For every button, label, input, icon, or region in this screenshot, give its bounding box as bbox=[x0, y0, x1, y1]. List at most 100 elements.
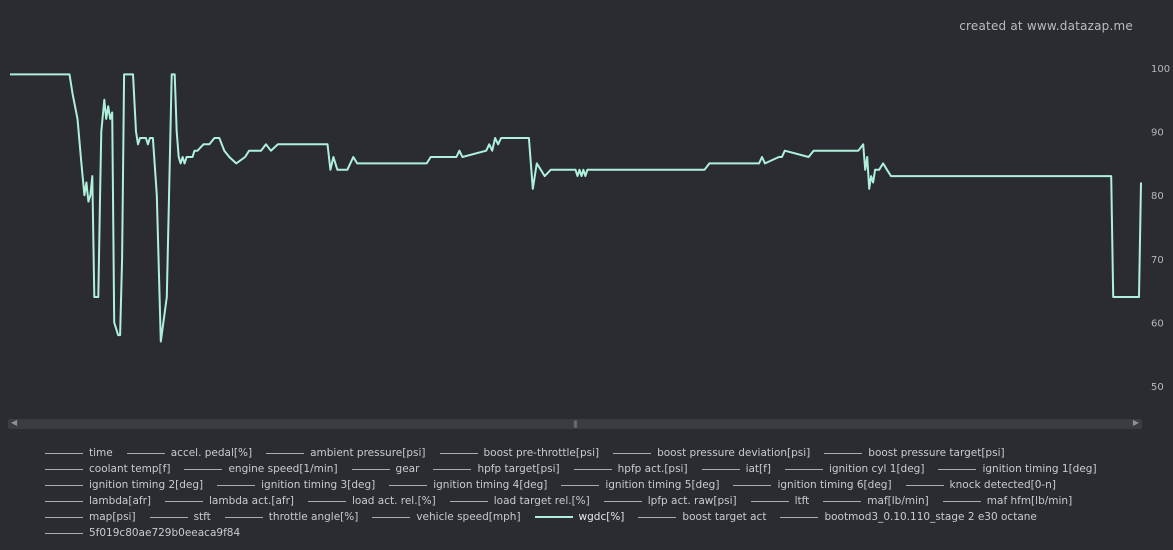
legend-item[interactable]: ignition timing 5[deg] bbox=[561, 477, 719, 493]
horizontal-scrollbar[interactable]: ◀ ||| ▶ bbox=[8, 418, 1142, 429]
legend-item[interactable]: accel. pedal[%] bbox=[126, 445, 253, 461]
legend-item[interactable]: ignition timing 1[deg] bbox=[938, 461, 1097, 477]
legend-label: gear bbox=[395, 463, 420, 475]
chart-plot: 100 90 80 70 60 50 bbox=[10, 64, 1170, 393]
series-line-wgdc[interactable] bbox=[10, 73, 1142, 343]
legend-line-icon bbox=[823, 500, 862, 502]
legend-item[interactable]: boost pressure deviation[psi] bbox=[613, 445, 810, 461]
legend-label: iat[f] bbox=[745, 463, 771, 475]
legend-line-icon bbox=[217, 484, 256, 486]
legend-label: throttle angle[%] bbox=[268, 511, 359, 523]
legend-line-icon bbox=[638, 516, 677, 518]
legend-label: load target rel.[%] bbox=[493, 495, 590, 507]
legend-item[interactable]: ignition timing 2[deg] bbox=[45, 477, 203, 493]
legend-line-icon bbox=[561, 484, 600, 486]
legend-item[interactable]: boost pressure target[psi] bbox=[824, 445, 1005, 461]
legend-line-icon bbox=[733, 484, 772, 486]
legend-item[interactable]: 5f019c80ae729b0eeaca9f84 bbox=[45, 525, 240, 541]
legend-label: bootmod3_0.10.110_stage 2 e30 octane bbox=[824, 511, 1037, 523]
legend-item[interactable]: maf[lb/min] bbox=[823, 493, 929, 509]
legend-line-icon bbox=[149, 516, 188, 518]
legend-line-icon bbox=[942, 500, 981, 502]
legend-line-icon bbox=[45, 484, 83, 486]
legend-item[interactable]: ambient pressure[psi] bbox=[266, 445, 426, 461]
legend-item[interactable]: ltft bbox=[750, 493, 810, 509]
legend-item[interactable]: stft bbox=[149, 509, 211, 525]
legend-item[interactable]: wgdc[%] bbox=[534, 509, 624, 525]
legend-item[interactable]: boost target act bbox=[638, 509, 766, 525]
legend-line-icon bbox=[938, 468, 977, 470]
legend-label: map[psi] bbox=[89, 511, 136, 523]
legend-label: stft bbox=[193, 511, 211, 523]
scroll-grip-icon[interactable]: ||| bbox=[573, 420, 578, 428]
legend-item[interactable]: ignition cyl 1[deg] bbox=[784, 461, 925, 477]
legend-item[interactable]: ignition timing 3[deg] bbox=[217, 477, 375, 493]
legend-line-icon bbox=[701, 468, 740, 470]
legend-label: boost pre-throttle[psi] bbox=[483, 447, 600, 459]
legend-label: ltft bbox=[794, 495, 810, 507]
legend-label: vehicle speed[mph] bbox=[416, 511, 521, 523]
legend-item[interactable]: hpfp act.[psi] bbox=[573, 461, 688, 477]
y-tick-label: 100 bbox=[1151, 64, 1170, 75]
legend-line-icon bbox=[780, 516, 819, 518]
legend-item[interactable]: boost pre-throttle[psi] bbox=[439, 445, 600, 461]
legend-line-icon bbox=[266, 452, 305, 454]
legend-label: ignition timing 4[deg] bbox=[433, 479, 548, 491]
legend-line-icon bbox=[184, 468, 223, 470]
legend-line-icon bbox=[750, 500, 789, 502]
legend-item[interactable]: maf hfm[lb/min] bbox=[942, 493, 1072, 509]
legend-item[interactable]: lambda act.[afr] bbox=[165, 493, 294, 509]
legend-item[interactable]: throttle angle[%] bbox=[224, 509, 359, 525]
legend-label: boost target act bbox=[682, 511, 767, 523]
legend-item[interactable]: ignition timing 4[deg] bbox=[389, 477, 547, 493]
legend-line-icon bbox=[45, 452, 83, 454]
legend-line-icon bbox=[439, 452, 478, 454]
legend-label: boost pressure target[psi] bbox=[868, 447, 1005, 459]
legend-line-icon bbox=[449, 500, 488, 502]
legend-item[interactable]: lpfp act. raw[psi] bbox=[603, 493, 737, 509]
legend-line-icon bbox=[45, 516, 83, 518]
y-tick-label: 70 bbox=[1151, 255, 1164, 266]
legend-line-icon bbox=[45, 468, 83, 470]
legend-label: hpfp act.[psi] bbox=[617, 463, 688, 475]
legend-item[interactable]: bootmod3_0.10.110_stage 2 e30 octane bbox=[780, 509, 1037, 525]
scroll-left-icon[interactable]: ◀ bbox=[11, 418, 17, 427]
legend-label: knock detected[0-n] bbox=[949, 479, 1056, 491]
legend-label: maf[lb/min] bbox=[867, 495, 929, 507]
legend-item[interactable]: load target rel.[%] bbox=[449, 493, 590, 509]
y-tick-label: 50 bbox=[1151, 382, 1164, 393]
legend-line-icon bbox=[433, 468, 472, 470]
legend-label: load act. rel.[%] bbox=[351, 495, 436, 507]
legend-item[interactable]: iat[f] bbox=[701, 461, 771, 477]
legend-label: time bbox=[89, 447, 113, 459]
legend-label: 5f019c80ae729b0eeaca9f84 bbox=[89, 527, 241, 539]
legend-line-icon bbox=[573, 468, 612, 470]
legend-item[interactable]: gear bbox=[351, 461, 420, 477]
scroll-right-icon[interactable]: ▶ bbox=[1133, 418, 1139, 427]
legend-line-icon bbox=[351, 468, 390, 470]
y-tick-label: 60 bbox=[1151, 318, 1164, 329]
legend-label: ignition cyl 1[deg] bbox=[828, 463, 925, 475]
legend-label: lambda act.[afr] bbox=[209, 495, 294, 507]
legend-item[interactable]: engine speed[1/min] bbox=[184, 461, 338, 477]
legend-label: hpfp target[psi] bbox=[477, 463, 560, 475]
legend-item[interactable]: vehicle speed[mph] bbox=[372, 509, 521, 525]
legend-item[interactable]: ignition timing 6[deg] bbox=[733, 477, 892, 493]
legend-item[interactable]: hpfp target[psi] bbox=[433, 461, 560, 477]
legend-label: ignition timing 5[deg] bbox=[605, 479, 720, 491]
legend-line-icon bbox=[389, 484, 428, 486]
legend-label: ambient pressure[psi] bbox=[310, 447, 426, 459]
legend-line-icon bbox=[126, 452, 165, 454]
legend-item[interactable]: coolant temp[f] bbox=[45, 461, 170, 477]
legend-label: accel. pedal[%] bbox=[170, 447, 253, 459]
legend-label: lambda[afr] bbox=[89, 495, 151, 507]
legend-item[interactable]: lambda[afr] bbox=[45, 493, 151, 509]
legend-label: coolant temp[f] bbox=[89, 463, 171, 475]
legend-item[interactable]: map[psi] bbox=[45, 509, 136, 525]
legend-line-icon bbox=[307, 500, 346, 502]
legend-item[interactable]: time bbox=[45, 445, 113, 461]
legend-item[interactable]: load act. rel.[%] bbox=[307, 493, 436, 509]
legend-label: ignition timing 6[deg] bbox=[777, 479, 892, 491]
legend-line-icon bbox=[45, 532, 83, 534]
legend-item[interactable]: knock detected[0-n] bbox=[905, 477, 1056, 493]
